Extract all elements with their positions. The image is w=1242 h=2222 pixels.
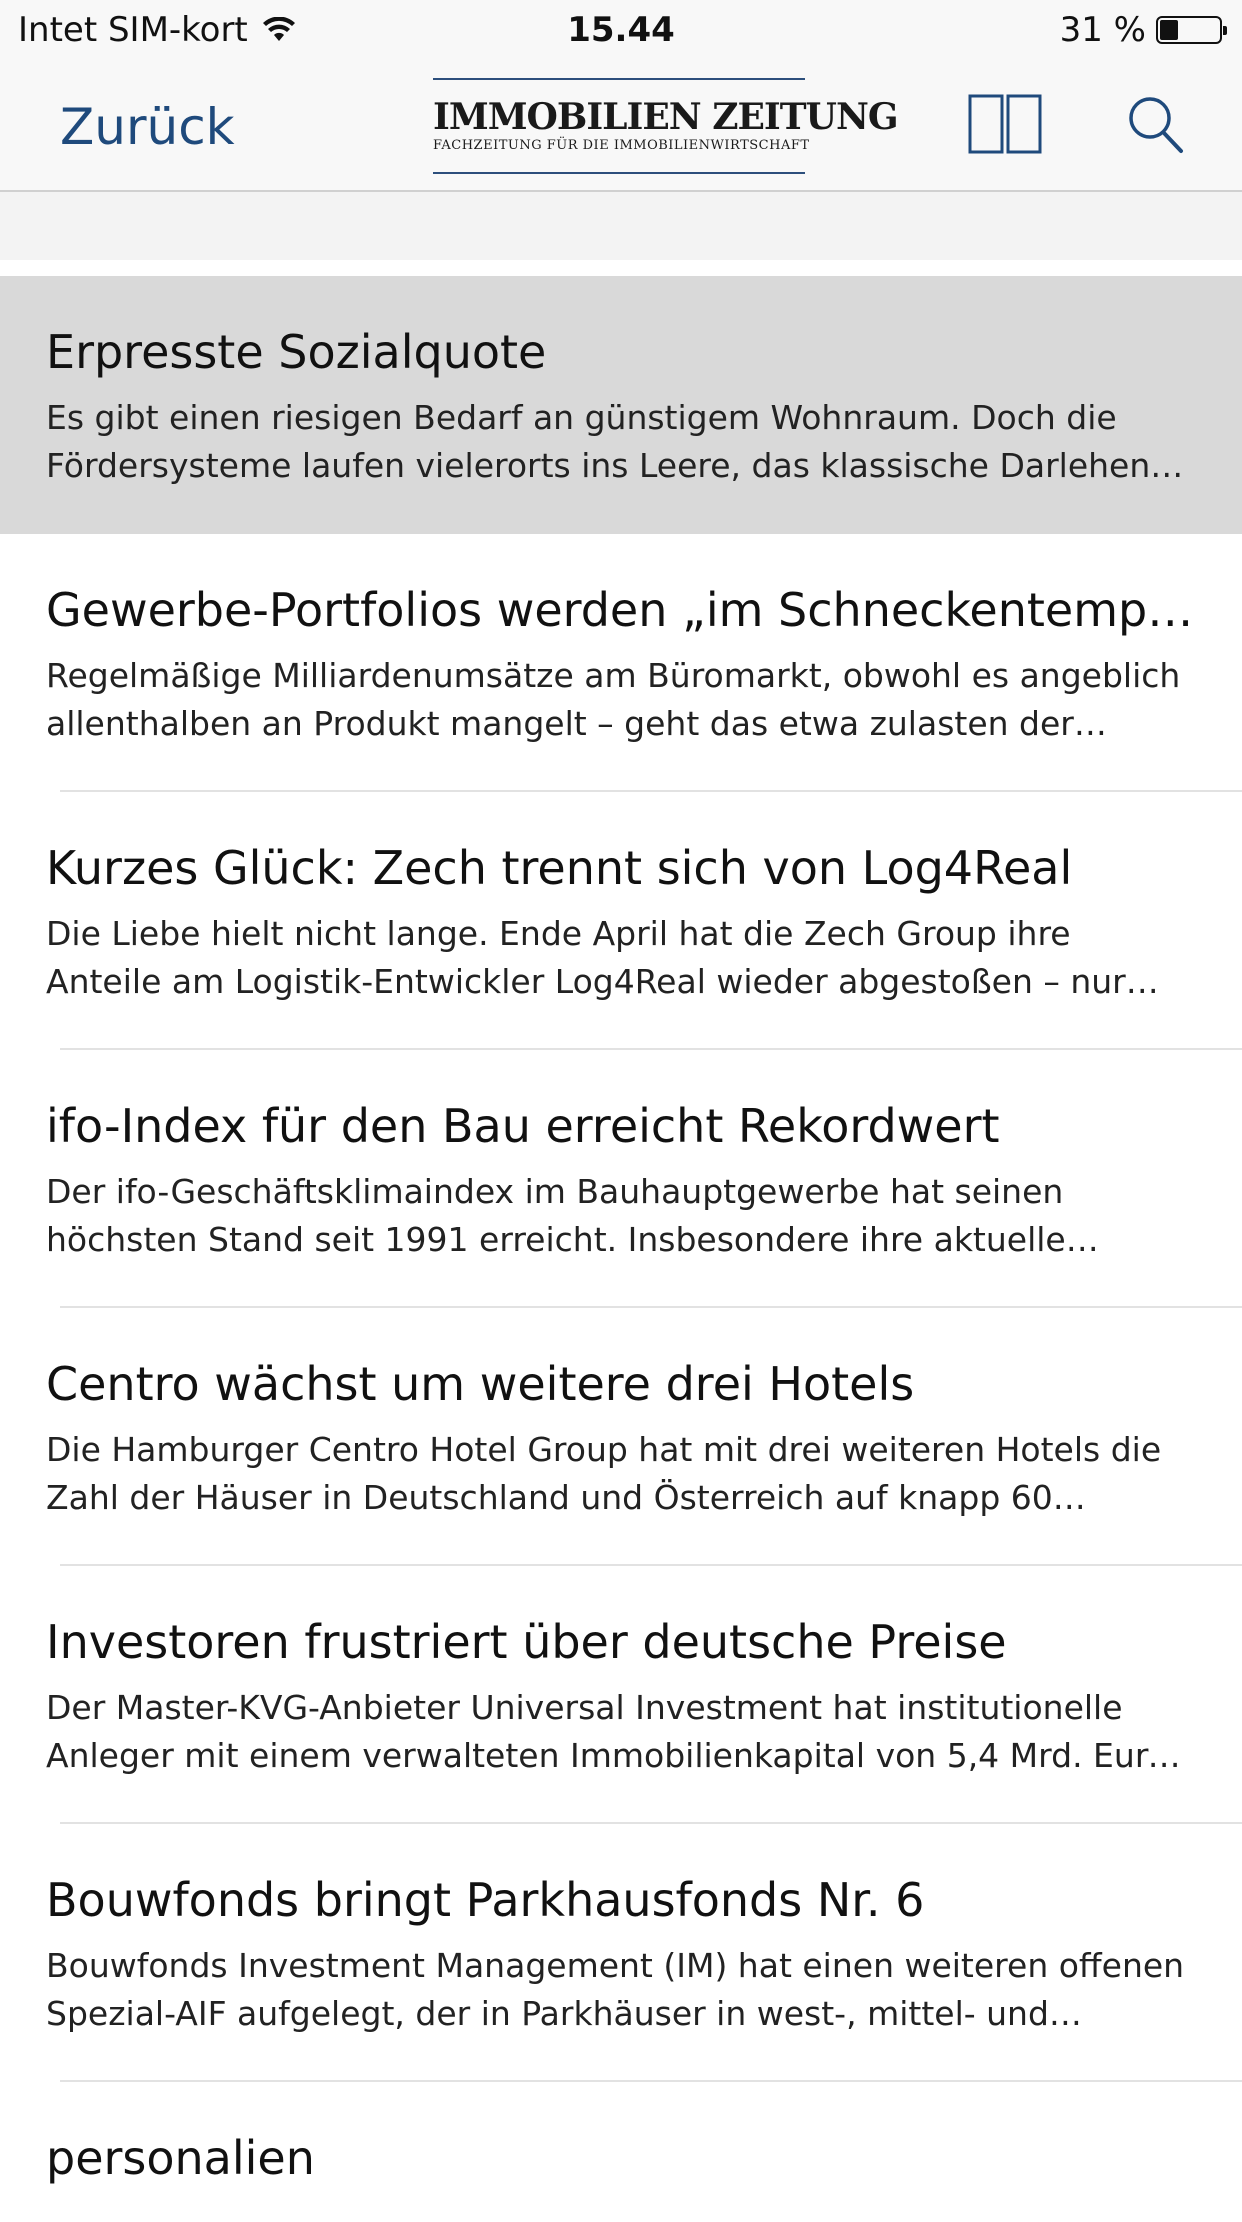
article-excerpt: Der Master-KVG-Anbieter Universal Invest…: [46, 1688, 1168, 1775]
article-title: ifo-Index für den Bau erreicht Rekordwer…: [46, 1099, 1000, 1153]
article-title: Centro wächst um weitere drei Hotels: [46, 1357, 915, 1411]
battery-icon: [1156, 16, 1227, 44]
battery-indicator: 31 %: [1059, 10, 1227, 50]
article-item[interactable]: Centro wächst um weitere drei Hotels Die…: [0, 1308, 1242, 1566]
logo-title: IMMOBILIEN ZEITUNG: [433, 96, 899, 138]
list-header-spacer: [0, 192, 1242, 260]
reader-view-button[interactable]: [968, 94, 1042, 154]
battery-percent: 31 %: [1059, 10, 1146, 50]
status-bar: Intet SIM-kort 15.44 31 %: [0, 0, 1242, 62]
book-open-icon: [968, 94, 1042, 154]
back-button[interactable]: Zurück: [60, 98, 235, 156]
article-title: Investoren frustriert über deutsche Prei…: [46, 1615, 1007, 1669]
article-item[interactable]: Investoren frustriert über deutsche Prei…: [0, 1566, 1242, 1824]
article-excerpt: Die Hamburger Centro Hotel Group hat mit…: [46, 1430, 1162, 1517]
article-item[interactable]: personalien: [0, 2082, 1242, 2222]
article-excerpt: Die Liebe hielt nicht lange. Ende April …: [46, 914, 1126, 1001]
article-item[interactable]: Erpresste Sozialquote Es gibt einen ries…: [0, 276, 1242, 534]
article-title: Kurzes Glück: Zech trennt sich von Log4R…: [46, 841, 1073, 895]
search-button[interactable]: [1126, 92, 1186, 156]
search-icon: [1129, 97, 1183, 153]
status-time: 15.44: [567, 10, 675, 50]
article-item[interactable]: Bouwfonds bringt Parkhausfonds Nr. 6 Bou…: [0, 1824, 1242, 2082]
article-excerpt: Bouwfonds Investment Management (IM) hat…: [46, 1946, 1185, 2033]
article-excerpt: Regelmäßige Milliardenumsätze am Büromar…: [46, 656, 1181, 743]
article-title: Gewerbe-Portfolios werden „im Schneckent…: [46, 583, 1202, 637]
article-item[interactable]: Kurzes Glück: Zech trennt sich von Log4R…: [0, 792, 1242, 1050]
article-title: Erpresste Sozialquote: [46, 325, 547, 379]
article-list: Erpresste Sozialquote Es gibt einen ries…: [0, 276, 1242, 2222]
logo-subtitle: FACHZEITUNG FÜR DIE IMMOBILIENWIRTSCHAFT: [433, 138, 810, 153]
article-title: personalien: [46, 2131, 315, 2185]
article-excerpt: Der ifo-Geschäftsklimaindex im Bauhauptg…: [46, 1172, 1066, 1259]
publication-logo: IMMOBILIEN ZEITUNG FACHZEITUNG FÜR DIE I…: [433, 78, 899, 174]
article-item[interactable]: ifo-Index für den Bau erreicht Rekordwer…: [0, 1050, 1242, 1308]
battery-fill: [1160, 20, 1178, 40]
article-excerpt: Es gibt einen riesigen Bedarf an günstig…: [46, 398, 1151, 485]
article-title: Bouwfonds bringt Parkhausfonds Nr. 6: [46, 1873, 925, 1927]
article-item[interactable]: Gewerbe-Portfolios werden „im Schneckent…: [0, 534, 1242, 792]
navigation-bar: Zurück IMMOBILIEN ZEITUNG FACHZEITUNG FÜ…: [0, 62, 1242, 192]
